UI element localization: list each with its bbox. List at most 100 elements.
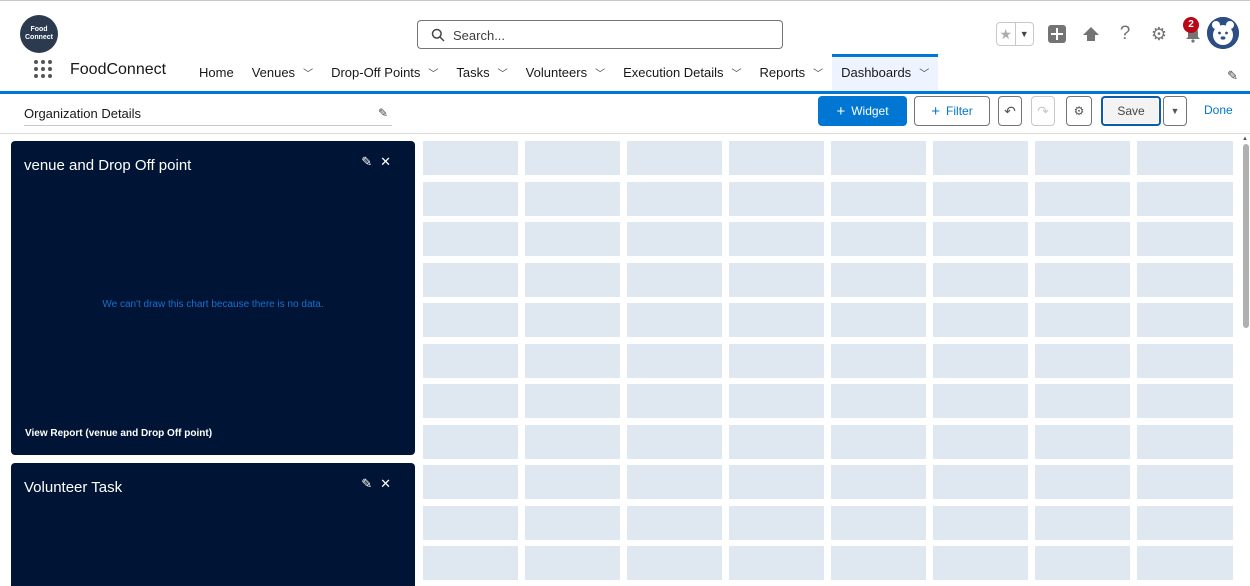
avatar[interactable] xyxy=(1207,17,1239,49)
save-menu-button[interactable]: ▼ xyxy=(1163,96,1187,126)
close-icon[interactable]: ✕ xyxy=(380,476,399,491)
grid-cell xyxy=(525,465,620,499)
grid-cell xyxy=(1137,222,1233,256)
nav-tab-home[interactable]: Home xyxy=(190,54,243,91)
favorites-button[interactable]: ★ ▼ xyxy=(996,22,1034,46)
chevron-down-icon[interactable]: ﹀ xyxy=(498,65,508,80)
save-button[interactable]: Save xyxy=(1101,96,1161,126)
view-report-link[interactable]: View Report (venue and Drop Off point) xyxy=(25,428,212,439)
pencil-icon[interactable]: ✎ xyxy=(361,154,380,169)
nav-tab-venues[interactable]: Venues ﹀ xyxy=(243,54,322,91)
grid-cell xyxy=(729,303,824,337)
scrollbar-thumb[interactable] xyxy=(1243,144,1249,328)
grid-cell xyxy=(1137,465,1233,499)
grid-cell xyxy=(627,424,722,459)
nav-tab-volunteers[interactable]: Volunteers ﹀ xyxy=(517,54,614,91)
add-filter-button[interactable]: + Filter xyxy=(914,96,990,126)
grid-cell xyxy=(933,343,1028,378)
chevron-down-icon[interactable]: ﹀ xyxy=(428,65,438,80)
grid-cell xyxy=(729,465,824,499)
grid-cell xyxy=(933,465,1028,499)
grid-cell xyxy=(525,505,620,540)
help-icon[interactable]: ? xyxy=(1114,23,1136,45)
dashboard-name: Organization Details xyxy=(24,106,142,121)
grid-cell xyxy=(729,141,824,175)
star-icon[interactable]: ★ xyxy=(997,23,1015,45)
nav-tab-execution-details[interactable]: Execution Details ﹀ xyxy=(614,54,750,91)
canvas-scrollbar[interactable]: ▲ xyxy=(1241,134,1250,586)
grid-cell xyxy=(525,424,620,459)
trailhead-icon[interactable] xyxy=(1080,23,1102,45)
redo-icon: ↷ xyxy=(1037,102,1049,119)
dashboard-editor-toolbar: Organization Details ✎ + Widget + Filter… xyxy=(0,94,1250,134)
global-search[interactable]: Search... xyxy=(417,20,783,49)
grid-cell xyxy=(1137,181,1233,216)
grid-cell xyxy=(831,505,926,540)
grid-cell xyxy=(1035,181,1130,216)
dashboard-name-field[interactable]: Organization Details ✎ xyxy=(24,106,392,126)
grid-cell xyxy=(1035,505,1130,540)
chevron-down-icon[interactable]: ▼ xyxy=(1014,23,1034,45)
grid-cell xyxy=(729,546,824,580)
grid-cell xyxy=(1035,222,1130,256)
grid-cell xyxy=(525,343,620,378)
add-widget-button[interactable]: + Widget xyxy=(818,96,907,126)
pencil-icon[interactable]: ✎ xyxy=(361,476,380,491)
grid-cell xyxy=(729,505,824,540)
grid-cell xyxy=(423,262,518,297)
add-icon[interactable] xyxy=(1046,23,1068,45)
grid-cell xyxy=(729,343,824,378)
app-launcher-icon[interactable] xyxy=(34,60,52,78)
settings-icon[interactable]: ⚙ xyxy=(1148,23,1170,45)
grid-cell xyxy=(831,384,926,418)
widget-actions: ✎✕ xyxy=(361,476,399,492)
scroll-up-icon[interactable]: ▲ xyxy=(1242,136,1248,142)
nav-tab-reports[interactable]: Reports ﹀ xyxy=(751,54,833,91)
edit-nav-icon[interactable]: ✎ xyxy=(1227,68,1238,84)
notification-badge: 2 xyxy=(1183,17,1199,33)
grid-cell xyxy=(1035,343,1130,378)
nav-tab-tasks[interactable]: Tasks ﹀ xyxy=(447,54,516,91)
app-navigation: FoodConnect Home Venues ﹀ Drop-Off Points… xyxy=(0,54,1250,94)
widget-title: venue and Drop Off point xyxy=(24,157,192,174)
grid-cell xyxy=(423,181,518,216)
done-button[interactable]: Done xyxy=(1204,103,1233,117)
widget-actions: ✎✕ xyxy=(361,154,399,170)
grid-cell xyxy=(933,181,1028,216)
properties-button[interactable]: ⚙ xyxy=(1066,96,1092,126)
grid-cell xyxy=(423,303,518,337)
nav-tab-drop-off-points[interactable]: Drop-Off Points ﹀ xyxy=(322,54,447,91)
grid-cell xyxy=(831,181,926,216)
chevron-down-icon[interactable]: ﹀ xyxy=(595,65,605,80)
grid-cell xyxy=(1035,424,1130,459)
grid-cell xyxy=(525,546,620,580)
plus-icon: + xyxy=(931,102,941,120)
grid-cell xyxy=(1035,384,1130,418)
grid-cell xyxy=(1137,505,1233,540)
chevron-down-icon[interactable]: ﹀ xyxy=(732,65,742,80)
nav-tabs: Home Venues ﹀ Drop-Off Points ﹀ Tasks ﹀ Vol… xyxy=(190,54,939,91)
grid-cell xyxy=(1137,384,1233,418)
dashboard-canvas: venue and Drop Off point ✎✕ We can't dra… xyxy=(0,134,1250,586)
redo-button[interactable]: ↷ xyxy=(1031,96,1055,126)
grid-cell xyxy=(423,343,518,378)
chevron-down-icon: ▼ xyxy=(1170,106,1180,116)
grid-cell xyxy=(933,303,1028,337)
grid-cell xyxy=(1137,546,1233,580)
dashboard-widget[interactable]: venue and Drop Off point ✎✕ We can't dra… xyxy=(11,141,415,455)
app-logo[interactable]: Food Connect xyxy=(20,15,58,53)
nav-tab-dashboards[interactable]: Dashboards ﹀ xyxy=(832,54,939,91)
chevron-down-icon[interactable]: ﹀ xyxy=(813,65,823,80)
close-icon[interactable]: ✕ xyxy=(380,154,399,169)
chevron-down-icon[interactable]: ﹀ xyxy=(919,65,929,80)
grid-cell xyxy=(831,303,926,337)
header-utility-icons: ★ ▼ ? ⚙ xyxy=(996,19,1204,49)
pencil-icon[interactable]: ✎ xyxy=(378,106,388,120)
dashboard-widget[interactable]: Volunteer Task ✎✕ xyxy=(11,463,415,586)
chevron-down-icon[interactable]: ﹀ xyxy=(303,65,313,80)
widget-title: Volunteer Task xyxy=(24,479,123,496)
undo-button[interactable]: ↶ xyxy=(998,96,1022,126)
grid-cell xyxy=(1137,424,1233,459)
grid-cell xyxy=(423,505,518,540)
grid-cell xyxy=(933,222,1028,256)
